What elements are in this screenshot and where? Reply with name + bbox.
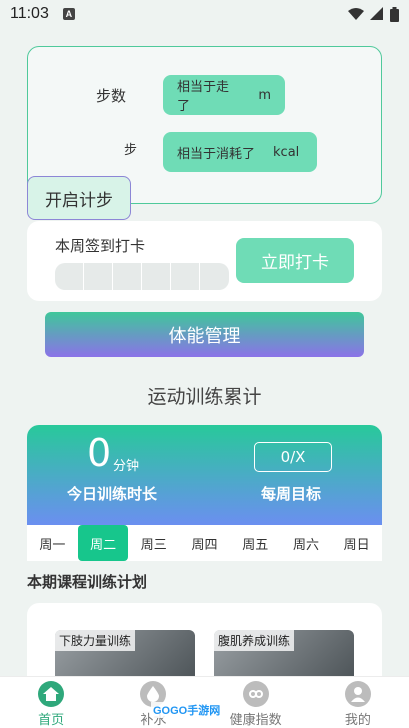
tab-home[interactable]: 首页	[0, 677, 102, 728]
calorie-pill: 相当于消耗了 kcal	[163, 132, 317, 172]
tab-profile[interactable]: 我的	[307, 677, 409, 728]
training-stats-card: 0 分钟 今日训练时长 0/X 每周目标	[27, 425, 382, 525]
checkin-title: 本周签到打卡	[55, 237, 146, 255]
tab-sunday[interactable]: 周日	[331, 525, 382, 561]
distance-text: 相当于走了	[177, 80, 230, 114]
distance-pill: 相当于走了 m	[163, 75, 285, 115]
tab-label: 我的	[344, 713, 371, 728]
checkin-day-cell	[200, 263, 229, 290]
site-watermark: GOGO手游网	[151, 702, 223, 718]
battery-icon	[390, 6, 399, 22]
status-bar: 11:03 A	[0, 0, 409, 28]
training-minutes-value: 0	[87, 431, 112, 475]
signal-icon	[370, 7, 383, 20]
checkin-day-cell	[55, 263, 84, 290]
fitness-management-button[interactable]: 体能管理	[45, 312, 364, 357]
course-name: 下肢力量训练	[55, 630, 136, 651]
calorie-text: 相当于消耗了	[177, 146, 256, 162]
home-icon	[38, 681, 65, 707]
checkin-day-cell	[84, 263, 113, 290]
checkin-day-cell	[142, 263, 171, 290]
tab-saturday[interactable]: 周六	[281, 525, 332, 561]
today-training-label: 今日训练时长	[67, 485, 158, 503]
tab-tuesday[interactable]: 周二	[77, 525, 129, 561]
week-day-selector: 周一 周二 周三 周四 周五 周六 周日	[27, 525, 382, 561]
tab-label: 首页	[38, 713, 65, 728]
notification-a-icon: A	[62, 8, 75, 20]
weekly-goal-box[interactable]: 0/X	[254, 442, 332, 472]
weekly-checkin-card: 本周签到打卡 立即打卡	[27, 221, 382, 301]
checkin-day-cell	[171, 263, 200, 290]
weekly-goal-label: 每周目标	[261, 485, 322, 503]
status-time: 11:03	[10, 5, 49, 22]
course-plan-title: 本期课程训练计划	[27, 573, 148, 591]
calorie-unit: kcal	[273, 144, 300, 160]
tab-thursday[interactable]: 周四	[179, 525, 230, 561]
start-step-counting-button[interactable]: 开启计步	[27, 176, 131, 220]
tab-wednesday[interactable]: 周三	[128, 525, 179, 561]
checkin-now-button[interactable]: 立即打卡	[236, 238, 354, 283]
step-unit-label: 步	[124, 143, 138, 158]
course-plan-card: 下肢力量训练 腹肌养成训练	[27, 603, 382, 683]
training-section-title: 运动训练累计	[147, 386, 262, 408]
health-index-icon	[242, 681, 269, 707]
tab-monday[interactable]: 周一	[27, 525, 78, 561]
wifi-icon	[348, 8, 364, 20]
distance-unit: m	[258, 87, 271, 103]
status-icons	[348, 6, 399, 22]
training-minutes-unit: 分钟	[113, 459, 140, 474]
profile-icon	[344, 681, 371, 707]
steps-label: 步数	[96, 87, 127, 105]
tab-friday[interactable]: 周五	[230, 525, 281, 561]
checkin-progress-bar	[55, 263, 229, 290]
tab-label: 健康指数	[229, 713, 282, 728]
checkin-day-cell	[113, 263, 142, 290]
course-name: 腹肌养成训练	[214, 630, 295, 651]
